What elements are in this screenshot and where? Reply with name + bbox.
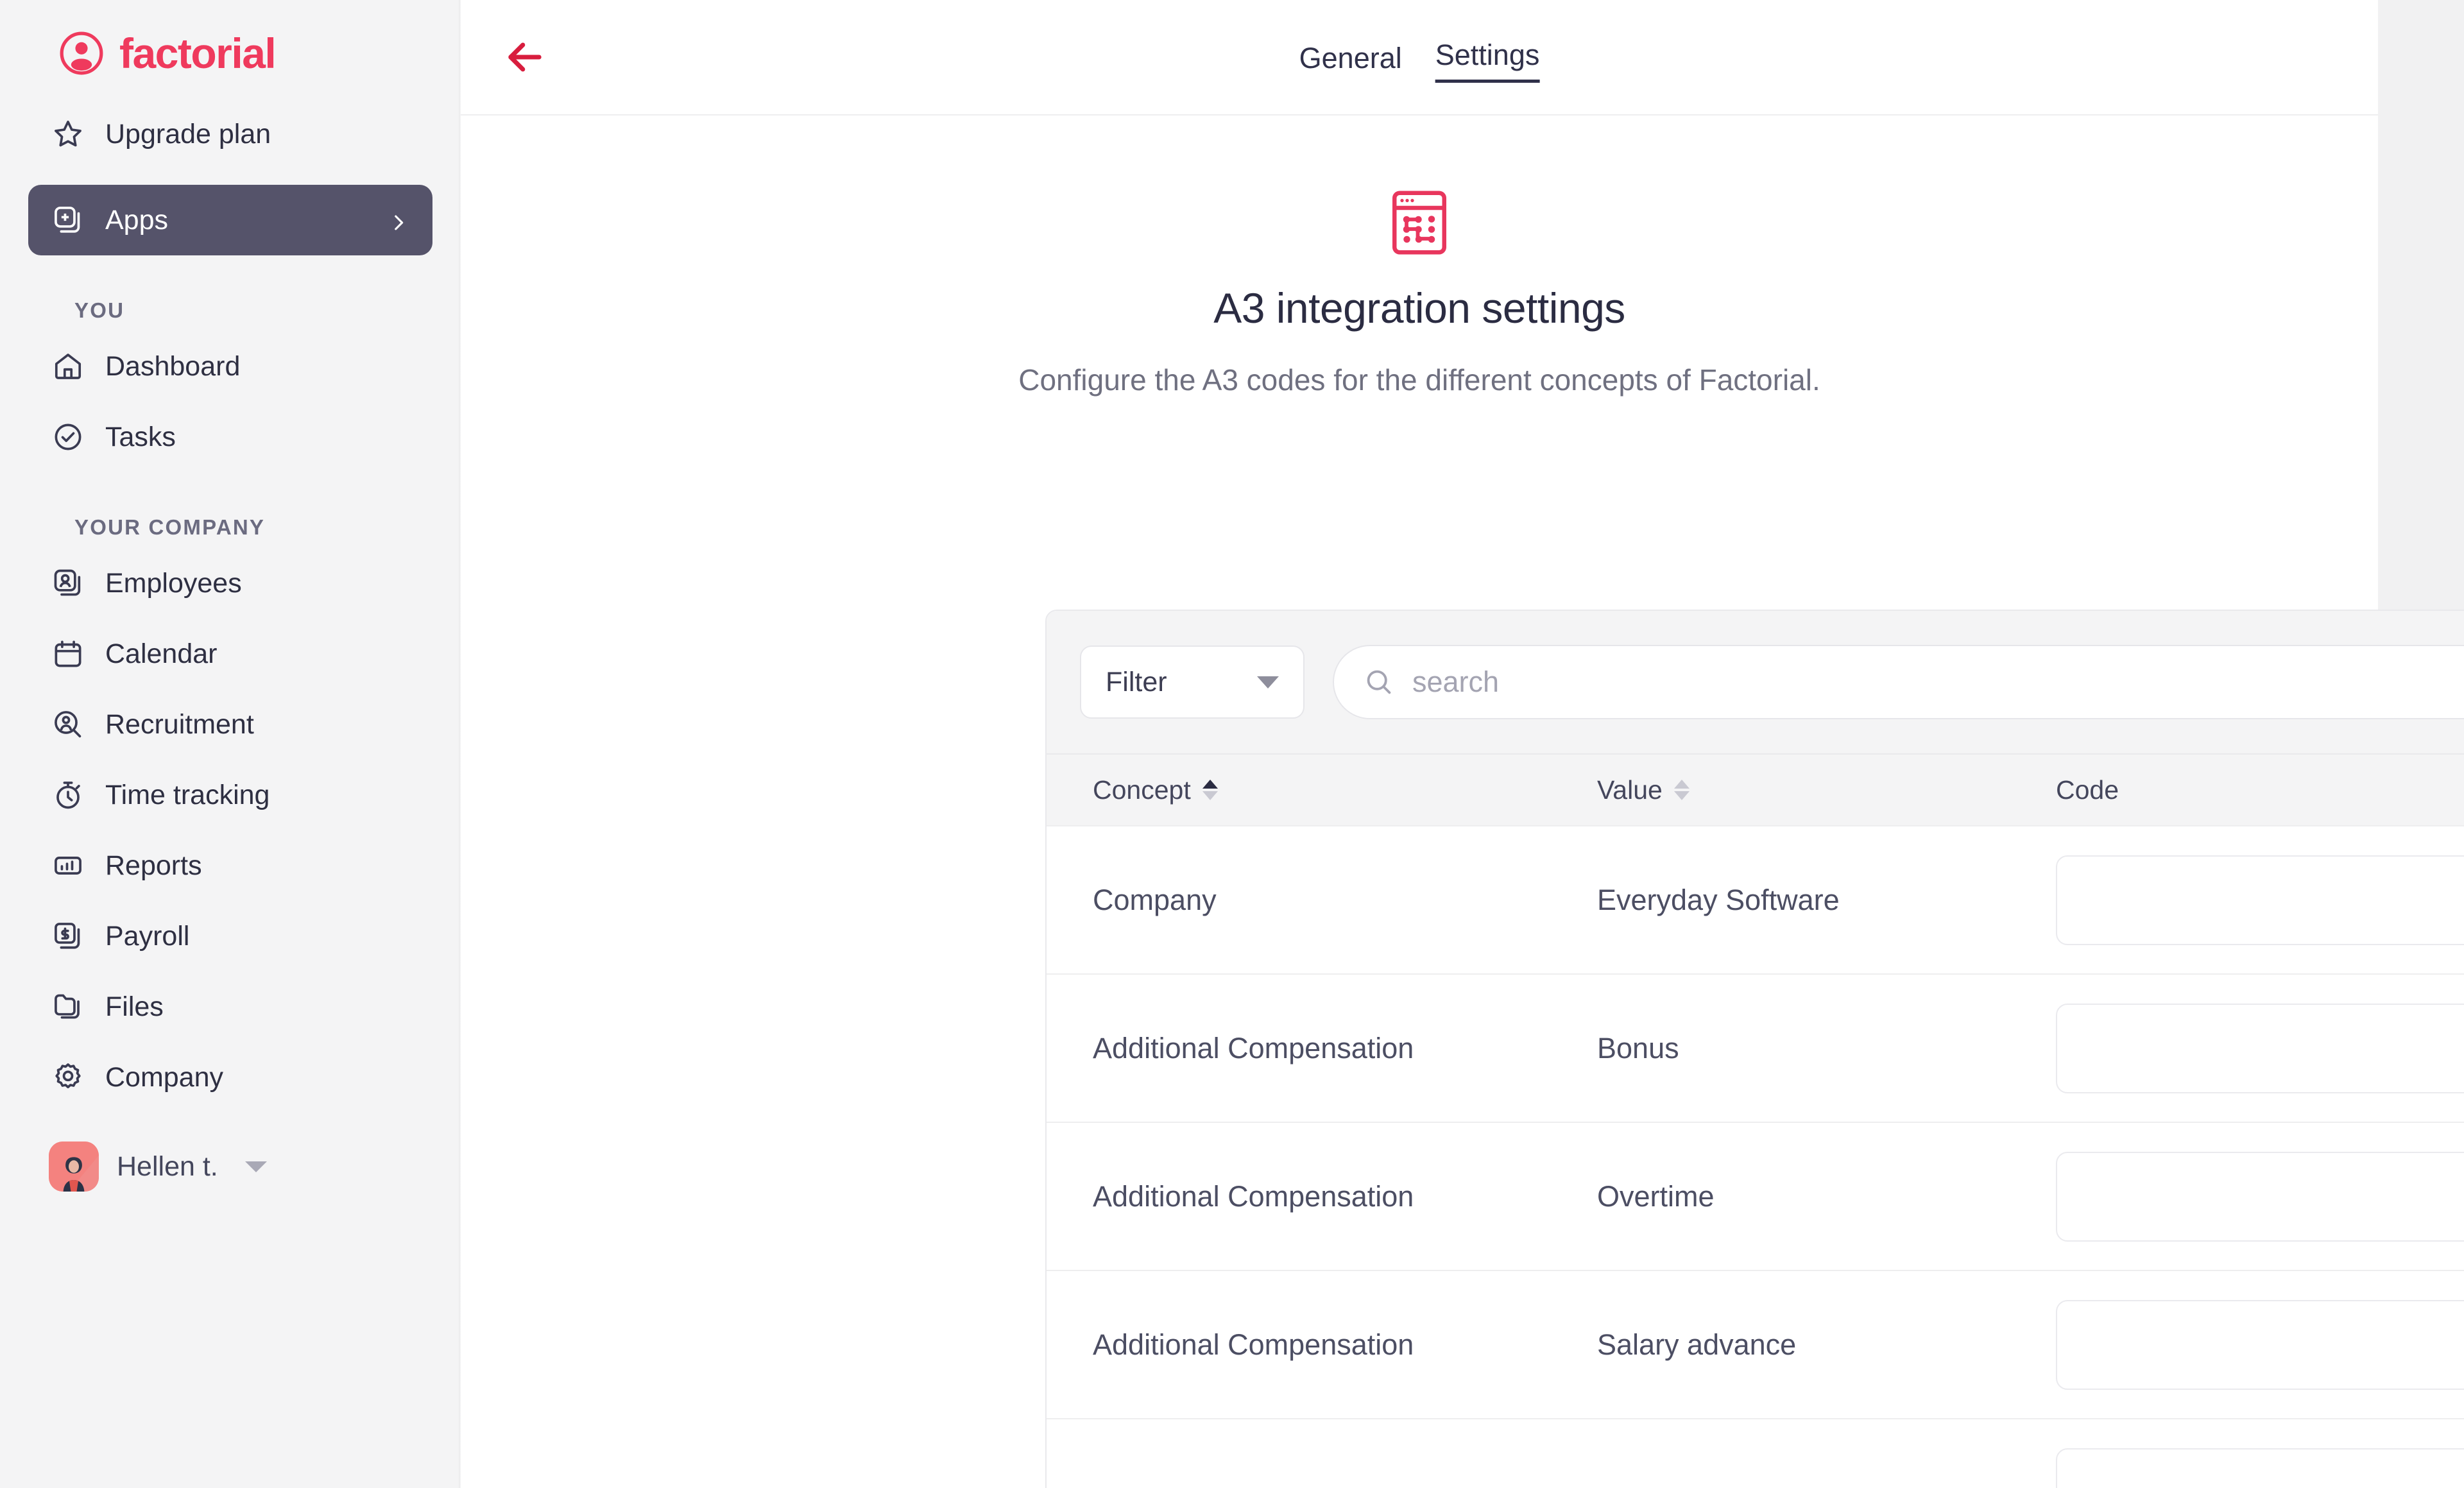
page-subtitle: Configure the A3 codes for the different… — [1018, 363, 1820, 397]
cell-value: Everyday Software — [1597, 883, 1840, 916]
cell-code — [2056, 855, 2464, 945]
table-row: Company Everyday Software — [1047, 825, 2464, 973]
table-row — [1047, 1418, 2464, 1488]
column-header-concept[interactable]: Concept — [1047, 775, 1597, 805]
arrow-left-icon[interactable] — [501, 33, 549, 81]
table-header-row: Concept Value Code — [1047, 753, 2464, 825]
cell-value: Bonus — [1597, 1031, 1679, 1065]
code-input[interactable] — [2056, 1003, 2464, 1093]
apps-add-icon — [51, 203, 85, 237]
avatar — [49, 1142, 99, 1192]
payroll-dollar-doc-icon — [51, 919, 85, 953]
star-icon — [51, 117, 85, 151]
sidebar-item-payroll[interactable]: Payroll — [28, 901, 432, 971]
calendar-icon — [51, 637, 85, 671]
table-row: Additional Compensation Bonus — [1047, 973, 2464, 1122]
tab-bar: General Settings — [1299, 40, 1540, 83]
hero-section: A3 integration settings Configure the A3… — [461, 115, 2378, 400]
cell-code — [2056, 1299, 2464, 1390]
filter-dropdown[interactable]: Filter — [1080, 646, 1305, 719]
sidebar-item-recruitment[interactable]: Recruitment — [28, 689, 432, 760]
topbar: General Settings — [461, 0, 2378, 115]
sidebar-item-employees[interactable]: Employees — [28, 548, 432, 619]
brand-logo[interactable]: factorial — [0, 0, 461, 83]
factorial-person-circle-logo-icon — [58, 30, 105, 77]
sort-toggle-concept-icon[interactable] — [1202, 780, 1218, 800]
sidebar-item-label: Payroll — [105, 920, 190, 952]
search-box[interactable] — [1333, 645, 2464, 719]
app-root: factorial Upgrade plan Apps YOU Dashboar… — [0, 0, 2464, 1488]
cell-concept: Company — [1093, 883, 1217, 916]
check-circle-icon — [51, 420, 85, 454]
sidebar-item-label: Calendar — [105, 638, 218, 669]
caret-down-icon[interactable] — [244, 1161, 267, 1172]
content-panel: General Settings A3 integration settings… — [461, 0, 2464, 1488]
sidebar-item-apps[interactable]: Apps — [28, 185, 432, 255]
tab-settings[interactable]: Settings — [1435, 40, 1540, 83]
brand-name: factorial — [119, 30, 277, 77]
cell-code — [2056, 1151, 2464, 1242]
search-input[interactable] — [1412, 665, 2464, 699]
user-menu[interactable]: Hellen t. — [28, 1128, 432, 1205]
code-input[interactable] — [2056, 855, 2464, 945]
caret-down-icon — [1257, 676, 1279, 688]
sidebar-item-upgrade-plan[interactable]: Upgrade plan — [28, 99, 432, 169]
sidebar-item-label: Recruitment — [105, 708, 254, 740]
sidebar-section-your-company-label: YOUR COMPANY — [74, 515, 266, 539]
sidebar-item-company[interactable]: Company — [28, 1042, 432, 1113]
search-icon — [1364, 667, 1394, 697]
sidebar-item-dashboard[interactable]: Dashboard — [28, 331, 432, 402]
sidebar-item-files[interactable]: Files — [28, 971, 432, 1042]
sidebar-item-label: Files — [105, 991, 164, 1022]
column-header-label: Concept — [1093, 774, 1191, 805]
stopwatch-icon — [51, 778, 85, 812]
sidebar-item-reports[interactable]: Reports — [28, 830, 432, 901]
sidebar-item-label: Company — [105, 1061, 224, 1093]
sort-toggle-value-icon[interactable] — [1673, 780, 1690, 800]
cell-concept: Additional Compensation — [1093, 1179, 1414, 1213]
folder-icon — [51, 990, 85, 1023]
page-title: A3 integration settings — [1213, 284, 1625, 332]
table-row: Additional Compensation Salary advance — [1047, 1270, 2464, 1418]
sidebar: factorial Upgrade plan Apps YOU Dashboar… — [0, 0, 461, 1488]
sidebar-item-label: Apps — [105, 204, 169, 235]
cell-code — [2056, 1448, 2464, 1488]
cell-concept: Additional Compensation — [1093, 1031, 1414, 1065]
main-area: General Settings A3 integration settings… — [461, 0, 2464, 1488]
cell-value: Overtime — [1597, 1179, 1715, 1213]
employees-icon — [51, 567, 85, 600]
sidebar-item-label: Employees — [105, 567, 242, 599]
table-row: Additional Compensation Overtime — [1047, 1122, 2464, 1270]
code-input[interactable] — [2056, 1448, 2464, 1488]
sidebar-item-label: Tasks — [105, 421, 176, 452]
table-toolbar: Filter — [1047, 611, 2464, 753]
cell-value: Salary advance — [1597, 1328, 1797, 1361]
column-header-label: Value — [1597, 774, 1663, 805]
column-header-code: Code — [2056, 775, 2464, 805]
sidebar-item-calendar[interactable]: Calendar — [28, 619, 432, 689]
code-input[interactable] — [2056, 1299, 2464, 1390]
bar-chart-icon — [51, 849, 85, 882]
user-name: Hellen t. — [117, 1150, 218, 1182]
sidebar-item-time-tracking[interactable]: Time tracking — [28, 760, 432, 830]
filter-dropdown-label: Filter — [1106, 666, 1167, 697]
cell-code — [2056, 1003, 2464, 1093]
cell-concept: Additional Compensation — [1093, 1328, 1414, 1361]
sidebar-item-label: Upgrade plan — [105, 118, 271, 150]
column-header-label: Code — [2056, 774, 2119, 805]
home-icon — [51, 350, 85, 383]
sidebar-item-label: Time tracking — [105, 779, 270, 810]
sidebar-section-you-label: YOU — [74, 298, 125, 322]
code-input[interactable] — [2056, 1151, 2464, 1242]
sidebar-item-tasks[interactable]: Tasks — [28, 402, 432, 472]
column-header-value[interactable]: Value — [1597, 775, 2056, 805]
gear-icon — [51, 1061, 85, 1094]
a3-integration-window-nodes-icon — [1384, 187, 1455, 258]
tab-general[interactable]: General — [1299, 44, 1402, 83]
a3-codes-table-card: Filter Concept — [1045, 610, 2464, 1488]
chevron-right-icon — [388, 209, 409, 231]
sidebar-item-label: Reports — [105, 850, 202, 881]
sidebar-item-label: Dashboard — [105, 350, 241, 382]
recruitment-search-person-icon — [51, 708, 85, 741]
